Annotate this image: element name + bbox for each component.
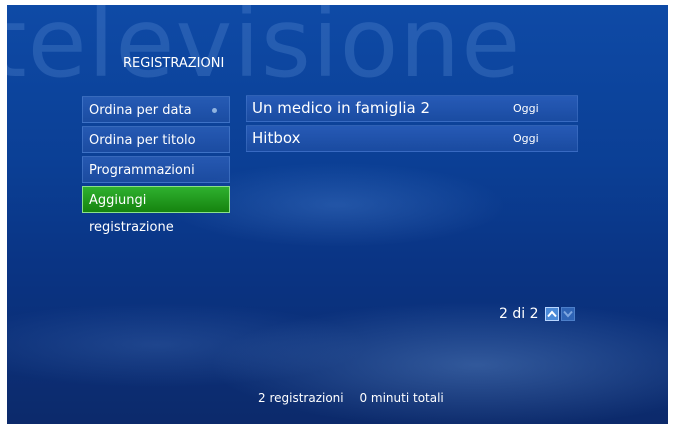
watermark-title: televisione <box>7 5 522 99</box>
current-sort-dot-icon <box>212 108 217 113</box>
recording-title: Hitbox <box>252 129 301 147</box>
list-item[interactable]: Hitbox Oggi <box>246 125 578 152</box>
menu-item-label: Programmazioni <box>89 163 195 178</box>
recordings-list: Un medico in famiglia 2 Oggi Hitbox Oggi <box>246 95 578 155</box>
page-title: REGISTRAZIONI <box>123 56 225 71</box>
total-minutes: 0 minuti totali <box>359 391 444 405</box>
menu-item-add-recording[interactable]: Aggiungi registrazione <box>82 186 230 235</box>
menu-item-label: Ordina per titolo <box>89 133 196 148</box>
recording-date: Oggi <box>513 132 539 145</box>
media-center-screen: televisione REGISTRAZIONI Ordina per dat… <box>7 5 668 424</box>
list-item[interactable]: Un medico in famiglia 2 Oggi <box>246 95 578 122</box>
chevron-up-icon[interactable] <box>544 307 559 321</box>
recordings-count: 2 registrazioni <box>258 391 344 405</box>
menu-item-label: Aggiungi registrazione <box>89 193 174 235</box>
recording-title: Un medico in famiglia 2 <box>252 99 431 117</box>
menu-item-label: Ordina per data <box>89 103 192 118</box>
status-bar: 2 registrazioni 0 minuti totali <box>258 391 444 405</box>
chevron-down-icon[interactable] <box>560 307 575 321</box>
pager: 2 di 2 <box>499 305 575 323</box>
page-indicator: 2 di 2 <box>499 306 539 322</box>
menu-item-sort-by-title[interactable]: Ordina per titolo <box>82 126 230 153</box>
menu-item-schedules[interactable]: Programmazioni <box>82 156 230 183</box>
sidebar-menu: Ordina per data Ordina per titolo Progra… <box>82 96 230 235</box>
recording-date: Oggi <box>513 102 539 115</box>
menu-item-sort-by-date[interactable]: Ordina per data <box>82 96 230 123</box>
